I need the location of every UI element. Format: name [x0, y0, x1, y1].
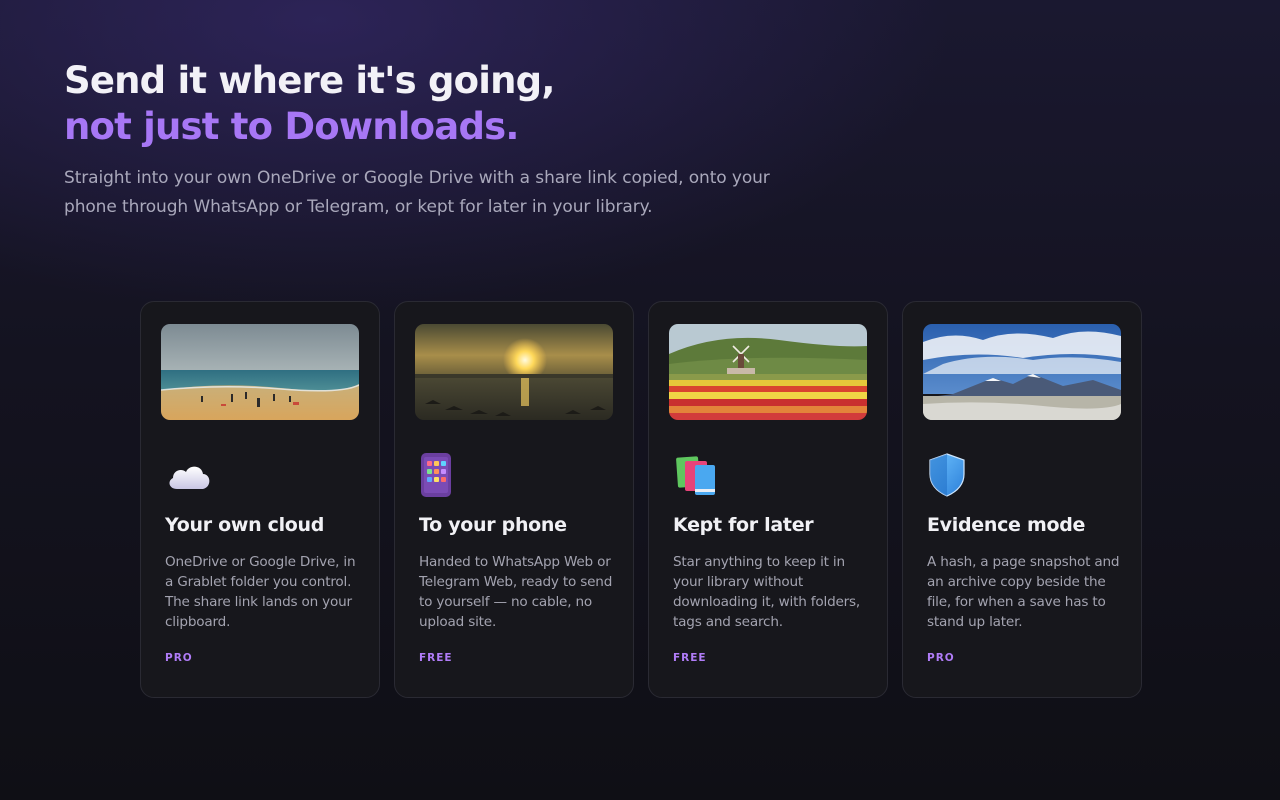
- card-description: Star anything to keep it in your library…: [673, 554, 861, 630]
- phone-icon: [419, 450, 469, 500]
- hero-section: Send it where it's going, not just to Do…: [64, 58, 824, 222]
- shield-icon: [927, 450, 977, 500]
- feature-card-own-cloud: Your own cloud OneDrive or Google Drive,…: [140, 301, 380, 698]
- feature-cards: Your own cloud OneDrive or Google Drive,…: [140, 301, 1142, 698]
- tulip-field-photo: [669, 324, 867, 420]
- cloud-icon: [165, 450, 215, 500]
- beach-photo: [161, 324, 359, 420]
- card-description: Handed to WhatsApp Web or Telegram Web, …: [419, 554, 613, 630]
- hero-subtitle: Straight into your own OneDrive or Googl…: [64, 168, 770, 217]
- card-title: Your own cloud: [165, 514, 325, 536]
- feature-card-kept-for-later: Kept for later Star anything to keep it …: [648, 301, 888, 698]
- hero-title-line1: Send it where it's going,: [64, 59, 555, 102]
- hero-title-line2: not just to Downloads.: [64, 105, 519, 148]
- mountain-photo: [923, 324, 1121, 420]
- sunset-photo: [415, 324, 613, 420]
- card-title: To your phone: [419, 514, 567, 536]
- books-icon: [673, 450, 723, 500]
- card-description: OneDrive or Google Drive, in a Grablet f…: [165, 554, 356, 630]
- feature-card-to-phone: To your phone Handed to WhatsApp Web or …: [394, 301, 634, 698]
- card-description: A hash, a page snapshot and an archive c…: [927, 554, 1120, 630]
- hero-title: Send it where it's going, not just to Do…: [64, 58, 824, 150]
- tier-badge: FREE: [419, 652, 453, 664]
- feature-card-evidence-mode: Evidence mode A hash, a page snapshot an…: [902, 301, 1142, 698]
- tier-badge: PRO: [165, 652, 193, 664]
- card-title: Evidence mode: [927, 514, 1086, 536]
- tier-badge: FREE: [673, 652, 707, 664]
- tier-badge: PRO: [927, 652, 955, 664]
- card-title: Kept for later: [673, 514, 814, 536]
